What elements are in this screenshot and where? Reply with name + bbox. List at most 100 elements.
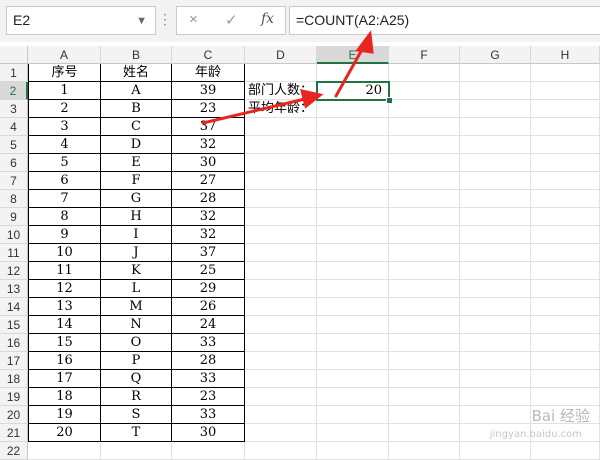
- cell[interactable]: [531, 136, 600, 154]
- table-cell[interactable]: 11: [28, 262, 101, 280]
- table-cell[interactable]: C: [101, 118, 172, 136]
- cell[interactable]: [531, 442, 600, 460]
- table-header-cell[interactable]: 序号: [28, 64, 101, 82]
- table-cell[interactable]: 33: [172, 406, 245, 424]
- cell[interactable]: [389, 226, 460, 244]
- table-cell[interactable]: O: [101, 334, 172, 352]
- row-header-10[interactable]: 10: [0, 226, 28, 244]
- cell[interactable]: [245, 406, 317, 424]
- cell[interactable]: [460, 118, 531, 136]
- cell[interactable]: [245, 370, 317, 388]
- cell[interactable]: [245, 136, 317, 154]
- table-cell[interactable]: 37: [172, 118, 245, 136]
- fill-handle[interactable]: [386, 97, 393, 104]
- row-header-4[interactable]: 4: [0, 118, 28, 136]
- table-cell[interactable]: D: [101, 136, 172, 154]
- cell[interactable]: [389, 316, 460, 334]
- table-cell[interactable]: 30: [172, 424, 245, 442]
- row-header-8[interactable]: 8: [0, 190, 28, 208]
- row-header-19[interactable]: 19: [0, 388, 28, 406]
- cell[interactable]: [531, 82, 600, 100]
- cell[interactable]: [460, 388, 531, 406]
- table-cell[interactable]: 26: [172, 298, 245, 316]
- cell[interactable]: [245, 352, 317, 370]
- cell[interactable]: [317, 406, 389, 424]
- cell[interactable]: [317, 226, 389, 244]
- table-cell[interactable]: 19: [28, 406, 101, 424]
- table-cell[interactable]: H: [101, 208, 172, 226]
- table-cell[interactable]: 28: [172, 190, 245, 208]
- cell[interactable]: [531, 208, 600, 226]
- table-cell[interactable]: 39: [172, 82, 245, 100]
- cell[interactable]: [317, 334, 389, 352]
- cancel-icon[interactable]: ×: [189, 11, 198, 28]
- table-cell[interactable]: K: [101, 262, 172, 280]
- table-cell[interactable]: 4: [28, 136, 101, 154]
- cell[interactable]: [389, 82, 460, 100]
- cell[interactable]: [531, 100, 600, 118]
- cell[interactable]: [460, 190, 531, 208]
- cell[interactable]: [460, 154, 531, 172]
- table-cell[interactable]: 13: [28, 298, 101, 316]
- avg-age-label[interactable]: 平均年龄：: [245, 100, 317, 118]
- cell[interactable]: [460, 280, 531, 298]
- cell[interactable]: [317, 64, 389, 82]
- cell[interactable]: [245, 244, 317, 262]
- cell[interactable]: [317, 424, 389, 442]
- row-header-9[interactable]: 9: [0, 208, 28, 226]
- cell[interactable]: [531, 334, 600, 352]
- row-header-22[interactable]: 22: [0, 442, 28, 460]
- cell[interactable]: [460, 298, 531, 316]
- cell[interactable]: [460, 442, 531, 460]
- cell[interactable]: [460, 172, 531, 190]
- table-cell[interactable]: I: [101, 226, 172, 244]
- column-header-h[interactable]: H: [531, 46, 600, 64]
- row-header-20[interactable]: 20: [0, 406, 28, 424]
- cell[interactable]: [460, 64, 531, 82]
- row-header-11[interactable]: 11: [0, 244, 28, 262]
- cell[interactable]: [531, 190, 600, 208]
- column-header-a[interactable]: A: [28, 46, 101, 64]
- row-header-12[interactable]: 12: [0, 262, 28, 280]
- cell[interactable]: [245, 172, 317, 190]
- cell[interactable]: [317, 118, 389, 136]
- cell[interactable]: [460, 370, 531, 388]
- insert-function-icon[interactable]: fx: [261, 11, 274, 27]
- cell[interactable]: [245, 118, 317, 136]
- cell[interactable]: [531, 172, 600, 190]
- cell[interactable]: [317, 352, 389, 370]
- table-cell[interactable]: E: [101, 154, 172, 172]
- cell[interactable]: [317, 154, 389, 172]
- cell[interactable]: [28, 442, 101, 460]
- cell[interactable]: [245, 388, 317, 406]
- table-cell[interactable]: 3: [28, 118, 101, 136]
- column-header-g[interactable]: G: [460, 46, 531, 64]
- cell[interactable]: [531, 262, 600, 280]
- cell[interactable]: [389, 154, 460, 172]
- table-cell[interactable]: 8: [28, 208, 101, 226]
- table-cell[interactable]: A: [101, 82, 172, 100]
- dept-count-label[interactable]: 部门人数：: [245, 82, 317, 100]
- cell[interactable]: [389, 208, 460, 226]
- cell[interactable]: [317, 136, 389, 154]
- table-cell[interactable]: 15: [28, 334, 101, 352]
- table-header-cell[interactable]: 年龄: [172, 64, 245, 82]
- cell[interactable]: [317, 316, 389, 334]
- row-header-3[interactable]: 3: [0, 100, 28, 118]
- table-cell[interactable]: 32: [172, 208, 245, 226]
- cell[interactable]: [460, 334, 531, 352]
- table-cell[interactable]: S: [101, 406, 172, 424]
- column-header-d[interactable]: D: [245, 46, 317, 64]
- cell[interactable]: [460, 244, 531, 262]
- cell[interactable]: [245, 154, 317, 172]
- row-header-13[interactable]: 13: [0, 280, 28, 298]
- cell[interactable]: [531, 280, 600, 298]
- table-cell[interactable]: 28: [172, 352, 245, 370]
- cell[interactable]: [317, 280, 389, 298]
- cell[interactable]: [531, 352, 600, 370]
- cell[interactable]: [460, 136, 531, 154]
- column-header-f[interactable]: F: [389, 46, 460, 64]
- cell[interactable]: [389, 172, 460, 190]
- cell[interactable]: [531, 118, 600, 136]
- chevron-down-icon[interactable]: ▼: [136, 15, 147, 27]
